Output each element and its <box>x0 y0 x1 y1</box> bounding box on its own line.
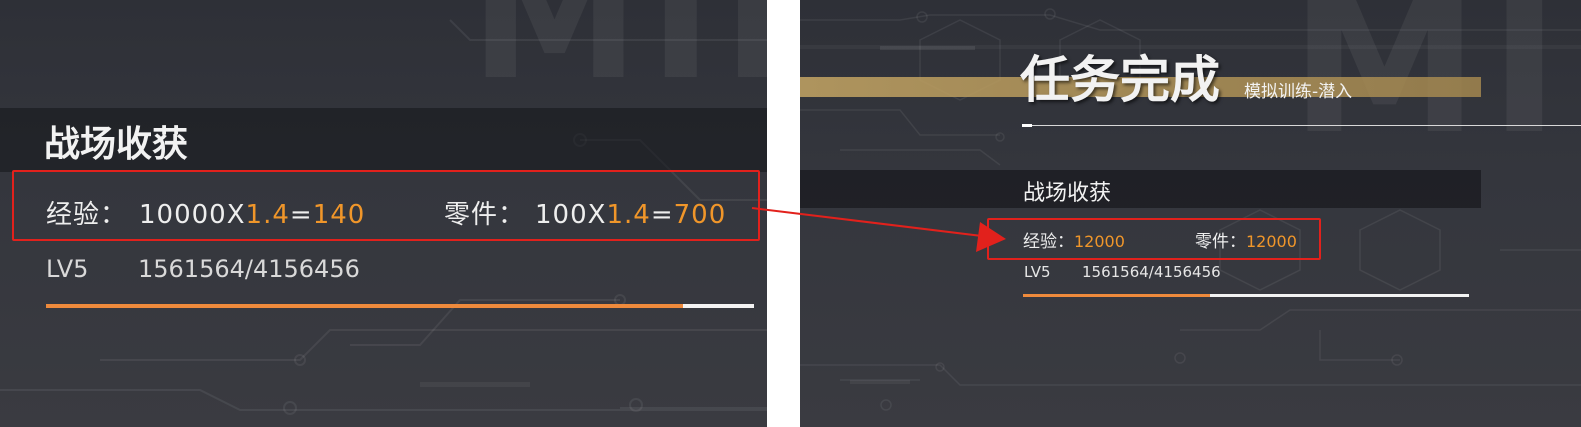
level-label: LV5 <box>46 255 89 283</box>
mission-subtitle: 模拟训练-潜入 <box>1244 82 1353 102</box>
progress-text: 1561564/4156456 <box>1082 263 1221 281</box>
title-divider <box>1022 125 1581 126</box>
progress-fill <box>1023 294 1211 297</box>
watermark-text: MII <box>470 0 767 118</box>
right-panel-full: MII 任务完成 模拟训练-潜入 战场收获 经验：12000 零件：12000 … <box>800 0 1581 427</box>
left-panel-zoomed: MII 战场收获 经验： 10000X1.4=140 零件： 100X1.4=700… <box>0 0 767 427</box>
highlight-box <box>987 218 1321 260</box>
progress-bar <box>46 304 754 308</box>
section-title: 战场收获 <box>44 124 189 165</box>
section-title: 战场收获 <box>1023 181 1112 206</box>
divider-accent <box>1022 124 1032 127</box>
level-label: LV5 <box>1024 263 1051 281</box>
progress-text: 1561564/4156456 <box>138 255 360 283</box>
mission-complete-title: 任务完成 <box>1020 50 1220 109</box>
highlight-box <box>12 170 760 241</box>
progress-bar <box>1023 294 1469 297</box>
section-banner <box>800 170 1481 208</box>
progress-fill <box>46 304 684 308</box>
